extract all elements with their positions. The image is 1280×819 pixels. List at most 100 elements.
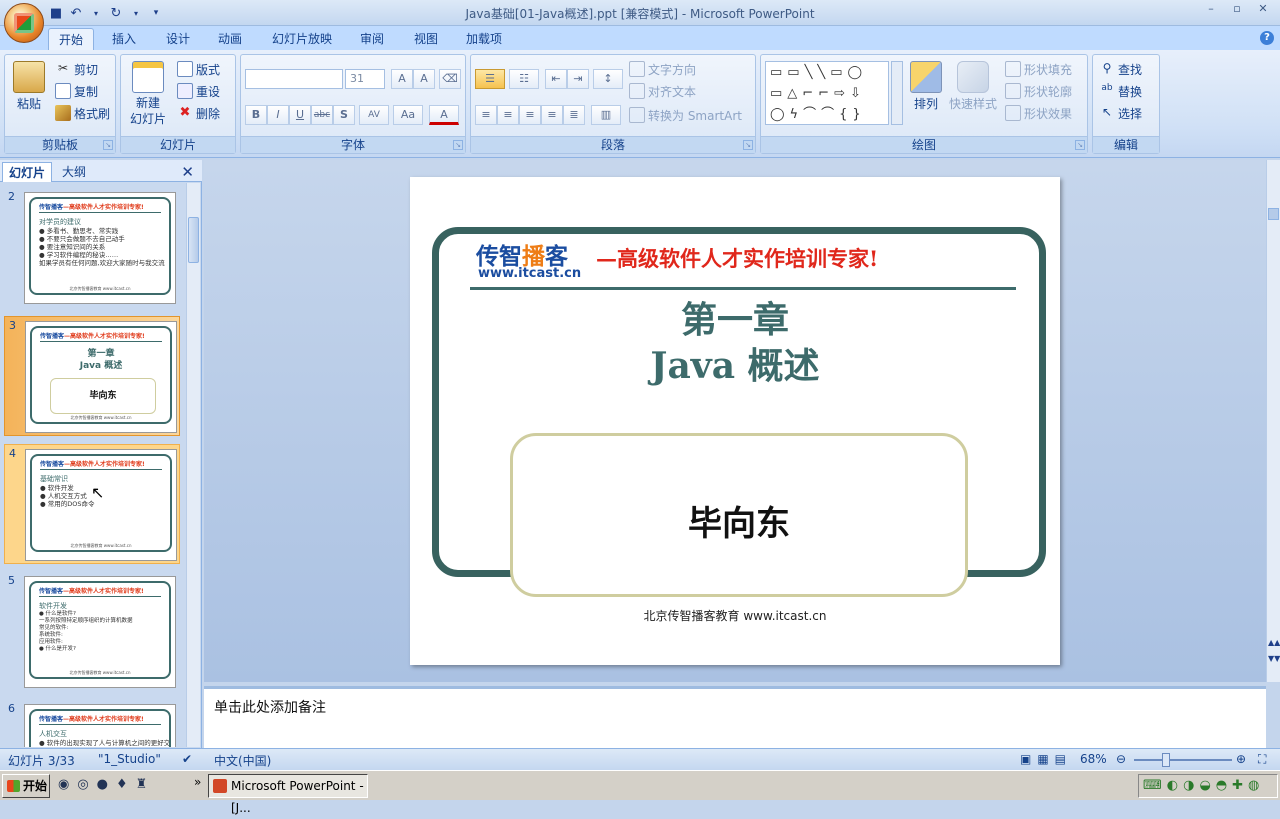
paste-button[interactable]: 粘贴 <box>11 61 47 112</box>
cut-button[interactable]: ✂ 剪切 <box>55 59 98 79</box>
office-button[interactable] <box>4 3 44 43</box>
tab-addins[interactable]: 加载项 <box>456 28 512 50</box>
increase-indent-icon[interactable]: ⇥ <box>567 69 589 89</box>
start-button[interactable]: 开始 <box>2 774 50 798</box>
dialog-launcher-icon[interactable]: ↘ <box>1075 140 1085 150</box>
ribbon: 粘贴 ✂ 剪切 复制 格式刷 剪贴板 ↘ 新建 幻灯片 版式 重设 ✖ 删除 幻灯片… <box>0 50 1280 158</box>
slide-thumbnail-6[interactable]: 6 传智播客—高级软件人才实作培训专家! 人机交互 ● 软件的出现实现了人与计算… <box>4 700 180 747</box>
convert-smartart-button[interactable]: 转换为 SmartArt <box>629 105 742 125</box>
minimize-button[interactable]: – <box>1200 2 1222 16</box>
slide-thumbnail-4[interactable]: 4 传智播客—高级软件人才实作培训专家! 基础常识 ● 软件开发 ● 人机交互方… <box>4 444 180 564</box>
next-slide-icon[interactable]: ▼▼ <box>1268 654 1280 663</box>
justify-icon[interactable]: ≡ <box>541 105 563 125</box>
fit-window-icon[interactable]: ⛶ <box>1258 752 1266 767</box>
decrease-indent-icon[interactable]: ⇤ <box>545 69 567 89</box>
quick-styles-button[interactable]: 快速样式 <box>947 61 999 112</box>
char-spacing-icon[interactable]: AV <box>359 105 389 125</box>
zoom-level[interactable]: 68% <box>1080 752 1107 766</box>
tray-icons[interactable]: ⌨◐◑◒◓✚◍ <box>1143 778 1264 793</box>
zoom-out-icon[interactable]: ⊖ <box>1116 752 1126 766</box>
group-label: 编辑 <box>1093 136 1159 153</box>
shrink-font-icon[interactable]: A <box>413 69 435 89</box>
slide-thumbnail-5[interactable]: 5 传智播客—高级软件人才实作培训专家! 软件开发 ● 什么是软件? 一系列按照… <box>4 572 180 692</box>
align-right-icon[interactable]: ≡ <box>519 105 541 125</box>
columns-icon[interactable]: ▥ <box>591 105 621 125</box>
dialog-launcher-icon[interactable]: ↘ <box>103 140 113 150</box>
group-slides: 新建 幻灯片 版式 重设 ✖ 删除 幻灯片 <box>120 54 236 154</box>
text-direction-button[interactable]: 文字方向 <box>629 59 696 79</box>
quicklaunch-expand-icon[interactable]: » <box>194 775 201 789</box>
underline-icon[interactable]: U <box>289 105 311 125</box>
scroll-thumb[interactable] <box>188 217 199 263</box>
font-size-combo[interactable]: 31 <box>345 69 385 89</box>
scroll-thumb[interactable] <box>1268 208 1279 220</box>
quicklaunch-icons[interactable]: ◉◎●♦♜ <box>58 777 155 792</box>
grow-font-icon[interactable]: A <box>391 69 413 89</box>
bullets-icon[interactable]: ☰ <box>475 69 505 89</box>
tab-outline[interactable]: 大纲 <box>56 162 92 182</box>
notes-pane[interactable]: 单击此处添加备注 <box>204 686 1266 748</box>
tab-view[interactable]: 视图 <box>404 28 448 50</box>
slide-scrollbar[interactable]: ▲▲ ▼▼ <box>1266 160 1280 682</box>
italic-icon[interactable]: I <box>267 105 289 125</box>
distribute-icon[interactable]: ≣ <box>563 105 585 125</box>
line-spacing-icon[interactable]: ↕ <box>593 69 623 89</box>
change-case-icon[interactable]: Aa <box>393 105 423 125</box>
zoom-slider-thumb[interactable] <box>1162 753 1170 767</box>
align-text-button[interactable]: 对齐文本 <box>629 81 696 101</box>
tab-slides[interactable]: 幻灯片 <box>2 162 53 182</box>
slide-number: 6 <box>8 702 15 715</box>
thumb-rule <box>40 469 162 470</box>
find-button[interactable]: ⚲ 查找 <box>1099 59 1142 79</box>
gallery-scroll[interactable] <box>891 61 903 125</box>
delete-button[interactable]: ✖ 删除 <box>177 103 220 123</box>
tab-insert[interactable]: 插入 <box>102 28 146 50</box>
close-button[interactable]: ✕ <box>1252 2 1274 16</box>
font-name-combo[interactable] <box>245 69 343 89</box>
view-buttons[interactable]: ▣▦▤ <box>1020 752 1072 766</box>
zoom-slider[interactable] <box>1134 759 1232 761</box>
slide-thumbnail-3[interactable]: 3 传智播客—高级软件人才实作培训专家! 第一章 Java 概述 毕向东 北京传… <box>4 316 180 436</box>
numbering-icon[interactable]: ☷ <box>509 69 539 89</box>
taskbar-powerpoint[interactable]: Microsoft PowerPoint - [J... <box>208 774 368 815</box>
pane-scrollbar[interactable] <box>186 183 200 747</box>
shadow-icon[interactable]: S <box>333 105 355 125</box>
format-painter-button[interactable]: 格式刷 <box>55 103 110 123</box>
bold-icon[interactable]: B <box>245 105 267 125</box>
align-left-icon[interactable]: ≡ <box>475 105 497 125</box>
new-slide-button[interactable]: 新建 幻灯片 <box>125 61 171 127</box>
tab-review[interactable]: 审阅 <box>350 28 394 50</box>
replace-button[interactable]: ab 替换 <box>1099 81 1142 101</box>
tab-home[interactable]: 开始 <box>48 28 95 50</box>
notes-placeholder[interactable]: 单击此处添加备注 <box>214 697 326 717</box>
slide-title[interactable]: 第一章 Java 概述 <box>410 297 1060 389</box>
shape-outline-button[interactable]: 形状轮廓 <box>1005 81 1072 101</box>
select-button[interactable]: ↖ 选择 <box>1099 103 1142 123</box>
close-icon[interactable]: ✕ <box>181 163 194 181</box>
reset-button[interactable]: 重设 <box>177 81 220 101</box>
slide-thumbnail-2[interactable]: 2 传智播客—高级软件人才实作培训专家! 对学员的建议 ● 多看书、勤思考、常实… <box>4 188 180 308</box>
author-box[interactable]: 毕向东 <box>510 433 968 597</box>
align-center-icon[interactable]: ≡ <box>497 105 519 125</box>
strikethrough-icon[interactable]: abc <box>311 105 333 125</box>
spellcheck-icon[interactable]: ✔ <box>182 752 192 766</box>
layout-button[interactable]: 版式 <box>177 59 220 79</box>
zoom-in-icon[interactable]: ⊕ <box>1236 752 1246 766</box>
tab-slideshow[interactable]: 幻灯片放映 <box>262 28 342 50</box>
shape-fill-button[interactable]: 形状填充 <box>1005 59 1072 79</box>
help-icon[interactable]: ? <box>1260 31 1274 45</box>
prev-slide-icon[interactable]: ▲▲ <box>1268 638 1280 647</box>
shape-effects-button[interactable]: 形状效果 <box>1005 103 1072 123</box>
shapes-gallery[interactable]: ▭▭╲╲▭◯ ▭△⌐⌐⇨⇩ ◯ϟ⌒⌒{} <box>765 61 889 125</box>
tab-animation[interactable]: 动画 <box>208 28 252 50</box>
font-color-icon[interactable]: A <box>429 105 459 125</box>
copy-button[interactable]: 复制 <box>55 81 98 101</box>
dialog-launcher-icon[interactable]: ↘ <box>453 140 463 150</box>
tab-design[interactable]: 设计 <box>156 28 200 50</box>
clear-format-icon[interactable]: ⌫ <box>439 69 461 89</box>
arrange-button[interactable]: 排列 <box>907 61 945 112</box>
maximize-button[interactable]: ▫ <box>1226 2 1248 16</box>
system-tray: ⌨◐◑◒◓✚◍ <box>1138 774 1278 798</box>
slide-canvas[interactable]: 传智播客 www.itcast.cn —高级软件人才实作培训专家! 第一章 Ja… <box>410 177 1060 665</box>
dialog-launcher-icon[interactable]: ↘ <box>743 140 753 150</box>
